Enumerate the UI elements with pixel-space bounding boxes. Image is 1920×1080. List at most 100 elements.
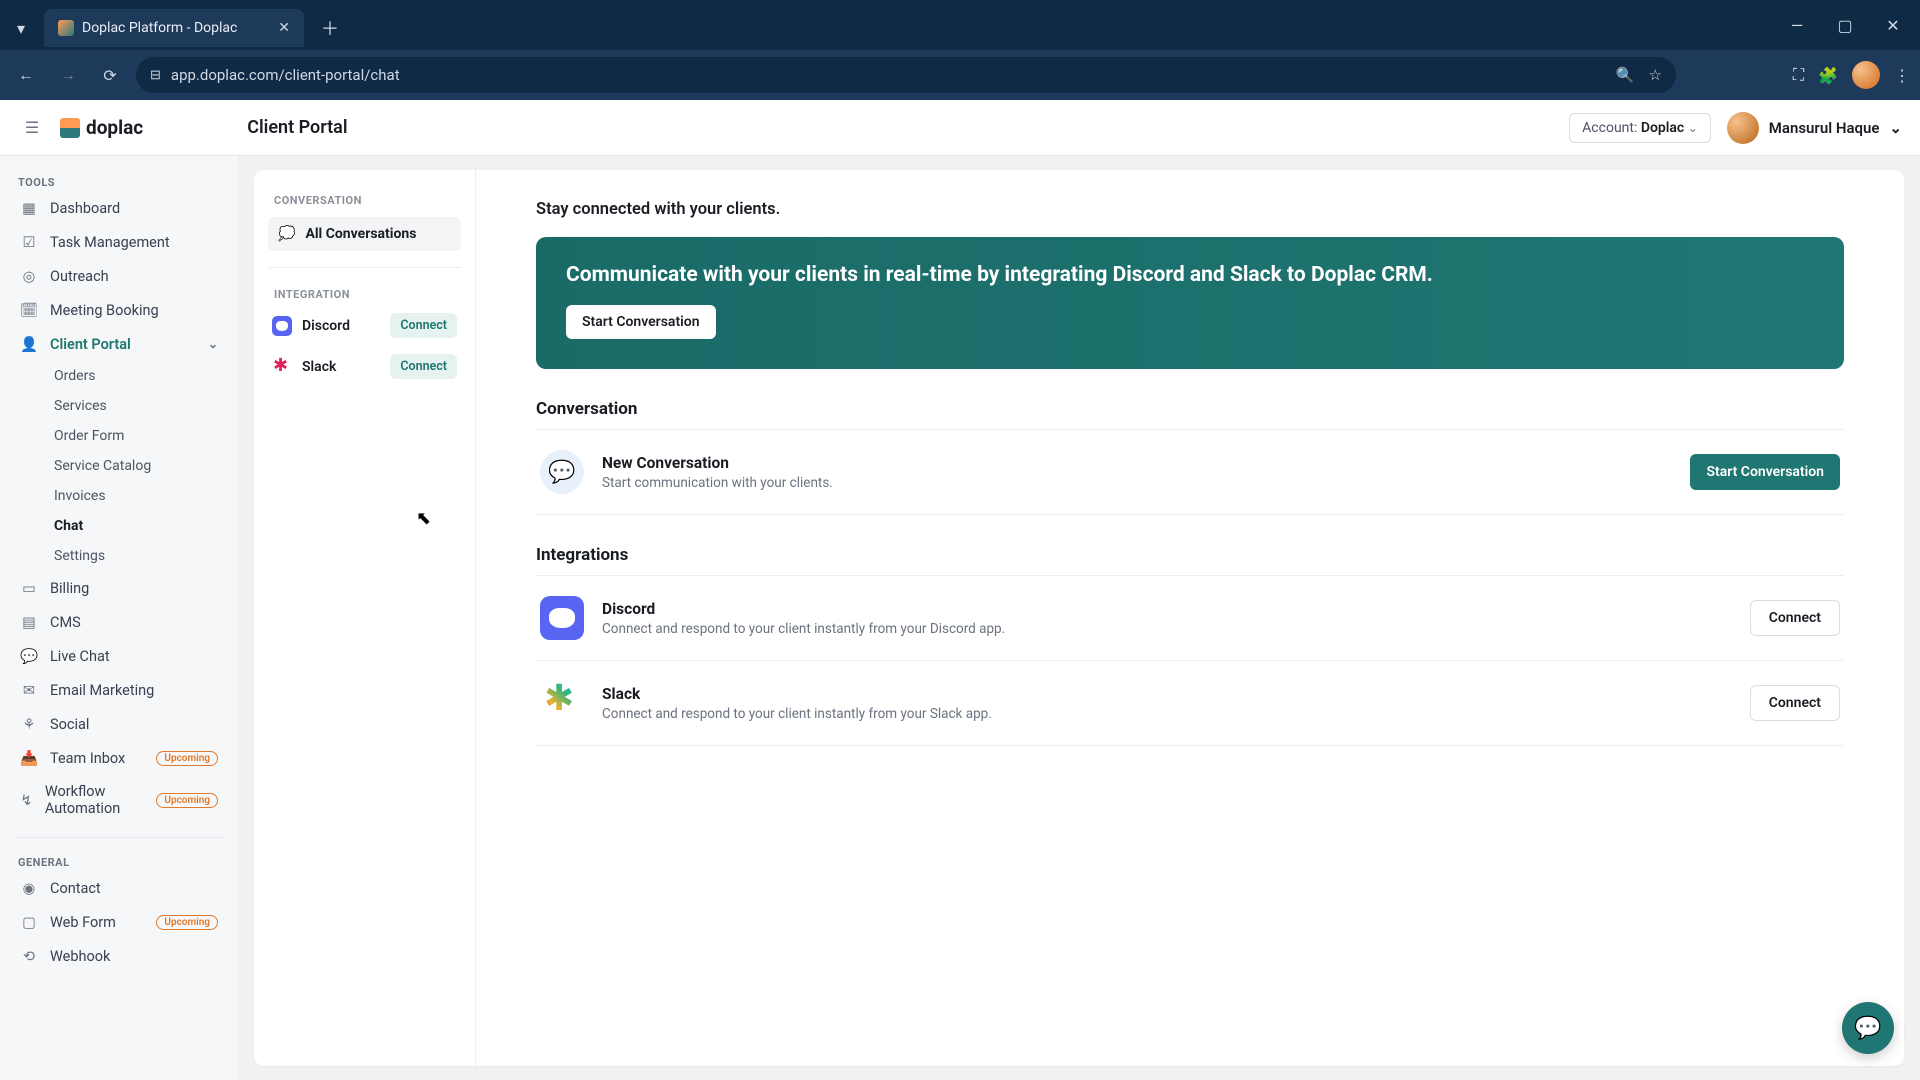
all-conversations-label: All Conversations bbox=[305, 226, 416, 242]
sidebar-sub-orders[interactable]: Orders bbox=[44, 361, 228, 391]
sidebar-item-web-form[interactable]: ▢Web FormUpcoming bbox=[10, 905, 228, 939]
slack-label: Slack bbox=[302, 359, 336, 375]
account-label: Account: bbox=[1582, 120, 1637, 136]
bookmark-icon[interactable]: ☆ bbox=[1649, 66, 1662, 84]
discord-label: Discord bbox=[302, 318, 350, 334]
sidebar-item-workflow-automation[interactable]: ↯Workflow AutomationUpcoming bbox=[10, 775, 228, 825]
hero-title: Communicate with your clients in real-ti… bbox=[566, 263, 1814, 287]
sidebar-sub-invoices[interactable]: Invoices bbox=[44, 481, 228, 511]
hero-start-conversation-button[interactable]: Start Conversation bbox=[566, 305, 716, 339]
url-text: app.doplac.com/client-portal/chat bbox=[171, 66, 400, 84]
integration-row-discord: Discord Connect and respond to your clie… bbox=[536, 576, 1844, 660]
sidebar-item-webhook[interactable]: ⟲Webhook bbox=[10, 939, 228, 973]
app-header: ☰ doplac Client Portal Account: Doplac ⌄… bbox=[0, 100, 1920, 156]
sidebar-item-email-marketing[interactable]: ✉Email Marketing bbox=[10, 673, 228, 707]
connect-slack-chip[interactable]: Connect bbox=[390, 354, 457, 379]
connect-discord-chip[interactable]: Connect bbox=[390, 313, 457, 338]
new-tab-button[interactable]: ＋ bbox=[314, 12, 346, 44]
extensions-icon[interactable]: 🧩 bbox=[1818, 66, 1838, 85]
layers-icon: ▤ bbox=[20, 613, 38, 631]
lead-text: Stay connected with your clients. bbox=[536, 200, 1844, 219]
new-conversation-row: New Conversation Start communication wit… bbox=[536, 430, 1844, 514]
logo-mark-icon bbox=[60, 118, 80, 138]
close-window-icon[interactable]: ✕ bbox=[1870, 5, 1916, 45]
account-switcher[interactable]: Account: Doplac ⌄ bbox=[1569, 113, 1711, 143]
back-button[interactable]: ← bbox=[10, 59, 42, 91]
tab-title: Doplac Platform - Doplac bbox=[82, 20, 237, 36]
sidebar-item-meeting-booking[interactable]: 🗓Meeting Booking bbox=[10, 293, 228, 327]
content-panel: CONVERSATION 💭 All Conversations INTEGRA… bbox=[254, 170, 1904, 1066]
minimize-icon[interactable]: — bbox=[1774, 5, 1820, 45]
discord-subtitle: Connect and respond to your client insta… bbox=[602, 621, 1005, 637]
tab-close-icon[interactable]: ✕ bbox=[278, 20, 290, 36]
tab-strip: ▾ Doplac Platform - Doplac ✕ ＋ bbox=[4, 0, 346, 50]
maximize-icon[interactable]: ▢ bbox=[1822, 5, 1868, 45]
conversation-sidebar: CONVERSATION 💭 All Conversations INTEGRA… bbox=[254, 170, 476, 1066]
site-info-icon[interactable]: ⊟ bbox=[150, 68, 161, 83]
content-panel-wrap: CONVERSATION 💭 All Conversations INTEGRA… bbox=[238, 156, 1920, 1080]
sidebar-item-live-chat[interactable]: 💬Live Chat bbox=[10, 639, 228, 673]
slack-subtitle: Connect and respond to your client insta… bbox=[602, 706, 992, 722]
upcoming-badge: Upcoming bbox=[156, 915, 218, 930]
sidebar-item-client-portal[interactable]: 👤Client Portal⌄ bbox=[10, 327, 228, 361]
all-conversations-item[interactable]: 💭 All Conversations bbox=[268, 217, 461, 251]
integration-item-discord: Discord Connect bbox=[268, 305, 461, 346]
sidebar-sub-chat[interactable]: Chat bbox=[44, 511, 228, 541]
chevron-down-icon: ⌄ bbox=[1889, 119, 1902, 137]
brand-text: doplac bbox=[86, 116, 143, 139]
divider bbox=[536, 514, 1844, 515]
flow-icon: ↯ bbox=[20, 791, 33, 809]
address-bar[interactable]: ⊟ app.doplac.com/client-portal/chat 🔍 ☆ bbox=[136, 57, 1676, 93]
integration-section-label: INTEGRATION bbox=[268, 284, 461, 305]
main-sidebar: TOOLS ▦Dashboard ☑Task Management ◎Outre… bbox=[0, 156, 238, 1080]
zoom-icon[interactable]: 🔍 bbox=[1616, 66, 1635, 84]
grid-icon: ▦ bbox=[20, 199, 38, 217]
sidebar-sub-service-catalog[interactable]: Service Catalog bbox=[44, 451, 228, 481]
integrations-section-title: Integrations bbox=[536, 545, 1844, 565]
browser-tab[interactable]: Doplac Platform - Doplac ✕ bbox=[44, 9, 304, 47]
new-conversation-subtitle: Start communication with your clients. bbox=[602, 475, 833, 491]
chat-fab-button[interactable]: 💬 bbox=[1842, 1002, 1894, 1054]
user-menu[interactable]: Mansurul Haque ⌄ bbox=[1727, 112, 1902, 144]
sidebar-item-task-management[interactable]: ☑Task Management bbox=[10, 225, 228, 259]
sidebar-item-team-inbox[interactable]: 📥Team InboxUpcoming bbox=[10, 741, 228, 775]
sidebar-item-contact[interactable]: ◉Contact bbox=[10, 871, 228, 905]
hero-banner: Communicate with your clients in real-ti… bbox=[536, 237, 1844, 369]
discord-icon bbox=[272, 316, 292, 336]
chevron-down-icon: ⌄ bbox=[208, 337, 218, 351]
sidebar-item-outreach[interactable]: ◎Outreach bbox=[10, 259, 228, 293]
mail-icon: ✉ bbox=[20, 681, 38, 699]
toolbar-right: ⛶ 🧩 ⋮ bbox=[1793, 61, 1910, 89]
chat-bubble-icon bbox=[540, 450, 584, 494]
connect-slack-button[interactable]: Connect bbox=[1750, 685, 1840, 721]
kebab-menu-icon[interactable]: ⋮ bbox=[1894, 66, 1910, 85]
sidebar-sub-order-form[interactable]: Order Form bbox=[44, 421, 228, 451]
client-portal-submenu: Orders Services Order Form Service Catal… bbox=[10, 361, 228, 571]
tab-search-icon[interactable]: ▾ bbox=[4, 11, 38, 45]
new-conversation-title: New Conversation bbox=[602, 454, 833, 472]
sidebar-sub-services[interactable]: Services bbox=[44, 391, 228, 421]
sidebar-item-dashboard[interactable]: ▦Dashboard bbox=[10, 191, 228, 225]
account-value: Doplac bbox=[1641, 120, 1684, 136]
card-icon: ▭ bbox=[20, 579, 38, 597]
app-body: TOOLS ▦Dashboard ☑Task Management ◎Outre… bbox=[0, 156, 1920, 1080]
window-controls: — ▢ ✕ bbox=[1774, 5, 1916, 45]
sidebar-item-billing[interactable]: ▭Billing bbox=[10, 571, 228, 605]
main-content: Stay connected with your clients. Commun… bbox=[476, 170, 1904, 1066]
sidebar-item-social[interactable]: ⚘Social bbox=[10, 707, 228, 741]
connect-discord-button[interactable]: Connect bbox=[1750, 600, 1840, 636]
brand-logo[interactable]: doplac bbox=[60, 116, 143, 139]
sidebar-item-cms[interactable]: ▤CMS bbox=[10, 605, 228, 639]
fullscreen-icon[interactable]: ⛶ bbox=[1793, 65, 1804, 85]
sidebar-sub-settings[interactable]: Settings bbox=[44, 541, 228, 571]
reload-button[interactable]: ⟳ bbox=[94, 59, 126, 91]
profile-avatar-icon[interactable] bbox=[1852, 61, 1880, 89]
integration-item-slack: Slack Connect bbox=[268, 346, 461, 387]
page-title: Client Portal bbox=[247, 117, 347, 138]
sidebar-toggle-icon[interactable]: ☰ bbox=[18, 114, 46, 142]
webhook-icon: ⟲ bbox=[20, 947, 38, 965]
start-conversation-button[interactable]: Start Conversation bbox=[1690, 454, 1840, 490]
app-root: ☰ doplac Client Portal Account: Doplac ⌄… bbox=[0, 100, 1920, 1080]
section-label-tools: TOOLS bbox=[10, 170, 228, 191]
forward-button[interactable]: → bbox=[52, 59, 84, 91]
